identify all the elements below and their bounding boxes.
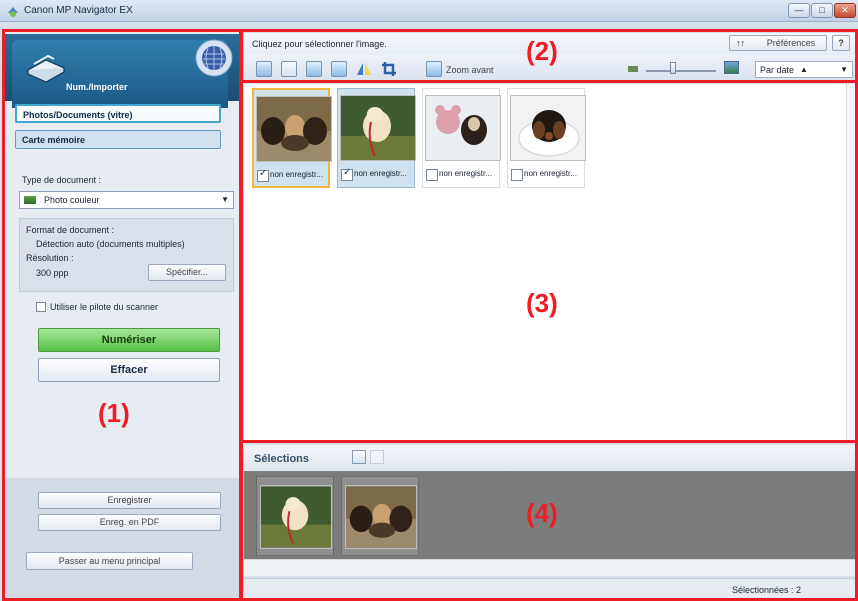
callout-label-4: (4) — [526, 498, 558, 528]
window-title: Canon MP Navigator EX — [24, 5, 133, 16]
maximize-button[interactable]: □ — [811, 3, 833, 18]
close-button[interactable]: ✕ — [834, 3, 856, 18]
callout-label-3: (3) — [526, 288, 558, 318]
callout-label-2: (2) — [526, 36, 558, 66]
callout-box-1 — [2, 29, 242, 601]
callout-label-1: (1) — [98, 398, 130, 428]
callout-box-3 — [240, 80, 858, 443]
title-bar: Canon MP Navigator EX — □ ✕ — [0, 0, 858, 22]
app-logo-icon — [8, 7, 18, 17]
minimize-button[interactable]: — — [788, 3, 810, 18]
